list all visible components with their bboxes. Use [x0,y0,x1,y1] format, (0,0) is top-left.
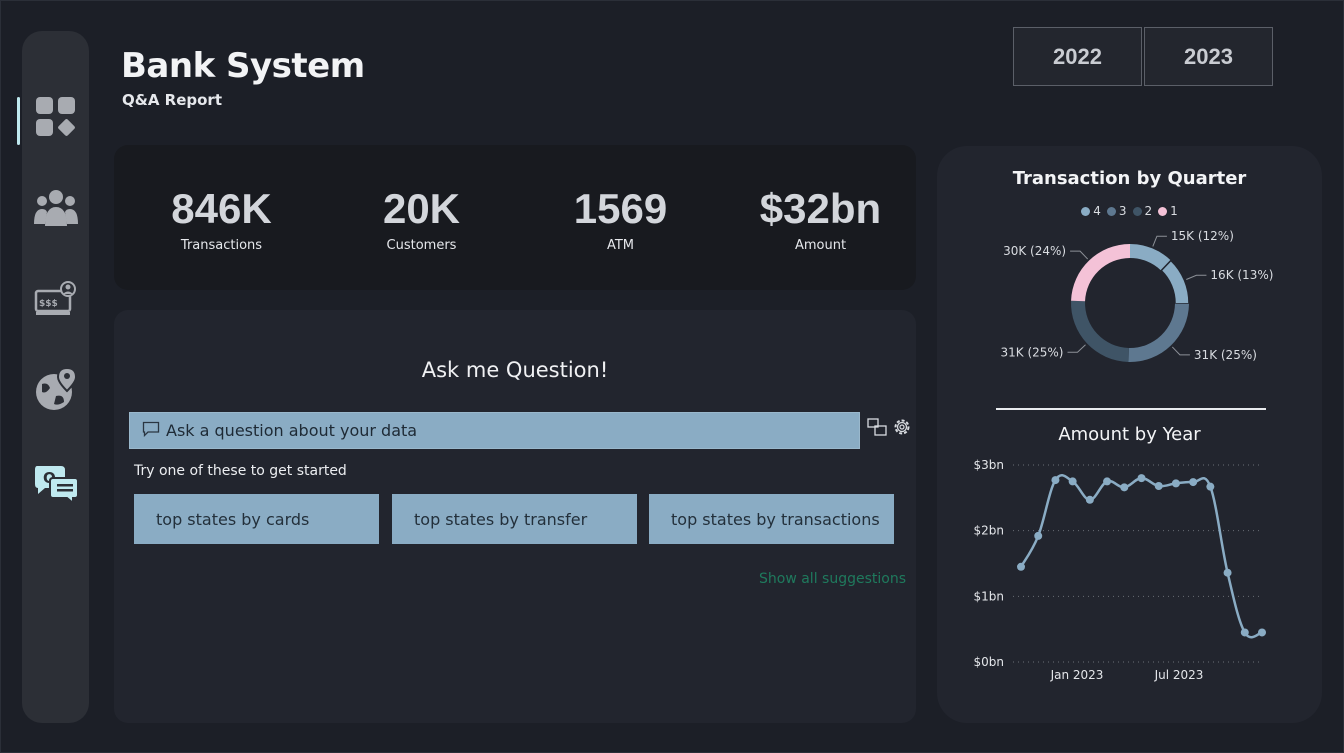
atm-payment-icon: $$$ [34,281,78,321]
qa-convert-visual-button[interactable] [866,418,888,440]
kpi-atm: 1569 ATM [521,145,720,290]
line-chart-title: Amount by Year [1058,424,1201,445]
page-subtitle: Q&A Report [122,91,222,109]
y-tick-label: $3bn [974,458,1005,472]
legend-dot [1158,206,1168,216]
data-point[interactable] [1017,562,1025,571]
donut-data-label: 30K (24%) [1003,244,1066,258]
y-tick-label: $1bn [974,589,1005,603]
legend-item[interactable]: 2 [1132,204,1153,218]
series-line [1019,474,1263,639]
globe-location-icon [34,366,78,416]
data-point[interactable] [1258,628,1266,637]
qa-question-input[interactable]: Ask a question about your data [129,412,860,449]
suggestion-button[interactable]: top states by transfer [392,494,637,544]
nav-customers[interactable] [32,186,80,234]
gear-icon [892,417,912,441]
kpi-panel: 846K Transactions 20K Customers 1569 ATM… [114,145,916,290]
donut-chart: 15K (12%) 16K (13%) 31K (25%) 31K (25%) 30K … [1000,229,1273,362]
donut-slice-2[interactable] [1071,300,1129,362]
donut-leader-line [1171,346,1190,356]
svg-text:$$$: $$$ [39,299,58,309]
donut-slice-3[interactable] [1128,303,1189,362]
qa-hint: Try one of these to get started [134,463,347,479]
kpi-label: ATM [606,238,635,253]
kpi-label: Customers [386,238,457,253]
kpi-label: Amount [794,238,847,253]
legend-label: 4 [1093,204,1101,218]
page-title: Bank System [121,46,365,86]
suggestion-button[interactable]: top states by cards [134,494,379,544]
legend-label: 3 [1118,204,1127,218]
donut-leader-line [1152,235,1167,247]
convert-visual-icon [867,418,887,440]
kpi-amount: $32bn Amount [721,145,920,290]
dashboard-icon [35,96,77,142]
qa-settings-button[interactable] [891,418,913,440]
x-tick-label: Jul 2023 [1154,668,1204,682]
data-point[interactable] [1103,477,1112,486]
data-point[interactable] [1206,482,1215,491]
y-tick-label: $0bn [974,655,1005,669]
data-point[interactable] [1085,495,1094,504]
donut-legend: 4 3 2 1 [937,204,1322,218]
qa-heading: Ask me Question! [421,358,609,382]
legend-item[interactable]: 1 [1158,204,1178,218]
qa-chat-icon: Q [33,462,79,508]
data-point[interactable] [1189,478,1198,487]
legend-label: 2 [1144,204,1153,218]
x-tick-label: Jan 2023 [1050,668,1104,682]
charts-panel: Transaction by Quarter 4 3 2 1 15K (12%)… [937,146,1322,723]
y-tick-label: $2bn [974,524,1005,538]
data-point[interactable] [1051,476,1060,485]
legend-dot [1132,206,1142,216]
nav-map[interactable] [32,366,80,416]
donut-chart-title: Transaction by Quarter [1012,168,1247,189]
data-point[interactable] [1137,474,1146,483]
qa-panel: Ask me Question! Ask a question about yo… [114,310,916,723]
kpi-value: 20K [382,185,461,232]
legend-label: 1 [1170,204,1178,218]
donut-data-label: 31K (25%) [1000,345,1063,359]
data-point[interactable] [1171,479,1180,488]
legend-item[interactable]: 3 [1106,204,1127,218]
data-point[interactable] [1223,568,1232,577]
legend-dot [1081,206,1091,216]
donut-slice-4[interactable] [1160,259,1190,305]
qa-input-placeholder: Ask a question about your data [166,421,418,440]
nav-atm[interactable]: $$$ [32,277,80,325]
kpi-label: Transactions [180,238,263,253]
chat-bubble-icon [142,421,160,441]
donut-leader-line [1067,344,1086,353]
chart-divider [996,408,1266,410]
nav-active-indicator [17,97,20,145]
donut-leader-line [1070,250,1089,260]
data-point[interactable] [1120,483,1129,492]
nav-dashboard[interactable] [32,95,80,143]
year-filter-2023[interactable]: 2023 [1144,27,1273,86]
show-all-suggestions-link[interactable]: Show all suggestions [759,571,906,587]
kpi-value: 1569 [573,185,668,232]
kpi-value: 846K [171,185,272,232]
donut-data-label: 15K (12%) [1171,229,1234,243]
data-point[interactable] [1154,482,1163,491]
nav-qa[interactable]: Q [32,461,80,509]
customers-icon [33,188,79,232]
kpi-customers: 20K Customers [322,145,521,290]
data-point[interactable] [1034,531,1043,540]
year-filter-2022[interactable]: 2022 [1013,27,1142,86]
data-point[interactable] [1068,477,1077,486]
donut-data-label: 31K (25%) [1194,348,1257,362]
kpi-value: $32bn [759,185,882,232]
data-point[interactable] [1240,628,1249,637]
kpi-transactions: 846K Transactions [122,145,321,290]
legend-dot [1106,206,1116,216]
donut-data-label: 16K (13%) [1210,268,1273,282]
donut-slice-1[interactable] [1071,244,1130,302]
sidebar: $$$ Q [17,31,89,723]
suggestion-button[interactable]: top states by transactions [649,494,894,544]
donut-leader-line [1186,274,1207,280]
legend-item[interactable]: 4 [1081,204,1101,218]
line-chart: $0bn $1bn $2bn $3bn Jan 2023 Jul 2023 [974,458,1266,682]
